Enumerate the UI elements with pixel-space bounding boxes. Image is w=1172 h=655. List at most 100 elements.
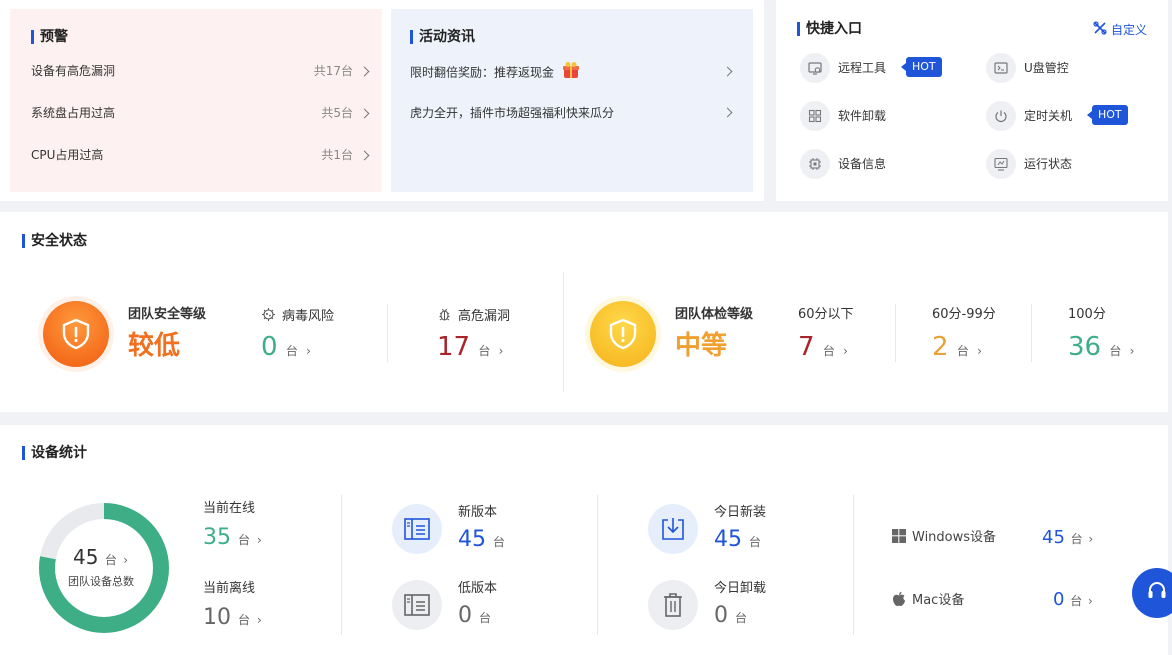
unit-label: 台 [735,611,748,625]
alert-count-cpu: 共1台 [321,148,353,162]
today-uninstall-value: 0 [714,603,728,628]
old-version-label: 低版本 [458,581,498,596]
chevron-right-icon[interactable] [359,150,370,161]
alert-count-vuln: 共17台 [313,64,353,78]
device-total-value: 45 [73,545,99,569]
full-score-count[interactable]: 36 台 › [1068,332,1134,366]
power-icon[interactable] [986,101,1016,131]
mid-score-value: 2 [932,332,949,362]
alert-item-vuln[interactable]: 设备有高危漏洞 [31,61,115,81]
apple-icon [892,591,906,611]
divider [1031,304,1032,362]
chevron-right-icon: › [977,344,982,358]
software-uninstall-icon[interactable] [800,101,830,131]
vuln-label: 高危漏洞 [458,308,511,324]
unit-label: 台 [285,344,298,358]
offline-value: 10 [203,605,231,630]
unit-label: 台 [1109,344,1122,358]
customize-button[interactable]: 自定义 [1093,21,1147,38]
chevron-right-icon: › [306,344,311,358]
hot-badge: HOT [901,57,942,77]
quick-item-remote-tool[interactable]: 远程工具 [838,60,886,76]
virus-risk-count[interactable]: 0 台 › [261,332,311,366]
security-card: 安全状态 团队安全等级 较低 病毒风险 0 台 › 高危漏洞 17 台 › 团队… [0,212,1168,412]
chevron-right-icon[interactable] [359,66,370,77]
chevron-right-icon: › [498,344,504,358]
today-install-value: 45 [714,527,742,552]
install-icon [648,504,698,554]
chevron-right-icon: › [1129,344,1135,358]
mac-count[interactable]: 0 台 › [1053,589,1093,612]
windows-count[interactable]: 45 台 › [1042,527,1093,550]
chevron-right-icon[interactable] [722,107,733,118]
mac-label: Mac设备 [912,593,965,608]
news-title: 活动资讯 [410,29,475,45]
quick-item-device-info[interactable]: 设备信息 [838,156,886,172]
mac-row: Mac设备 [892,591,964,611]
device-total[interactable]: 45 台 › [73,545,128,572]
gift-icon [561,61,581,85]
unit-label: 台 [238,533,251,547]
virus-icon [261,307,276,326]
headset-icon [1146,580,1168,606]
trash-icon [648,580,698,630]
news-item-referral[interactable]: 限时翻倍奖励：推荐返现金 [410,61,581,81]
chevron-right-icon: › [1087,594,1093,608]
today-uninstall-count[interactable]: 0 台 [714,601,747,633]
today-install-count[interactable]: 45 台 [714,525,761,557]
below60-count[interactable]: 7 台 › [798,332,848,366]
shield-icon [590,301,656,367]
hot-badge: HOT [1087,105,1128,125]
alert-item-disk[interactable]: 系统盘占用过高 [31,103,115,123]
unit-label: 台 [822,344,835,358]
old-version-icon [392,580,442,630]
below60-label: 60分以下 [798,307,854,322]
monitor-icon[interactable] [986,149,1016,179]
news-item-plugin[interactable]: 虎力全开，插件市场超强福利快来瓜分 [410,103,614,123]
customize-label: 自定义 [1111,23,1148,37]
shield-icon [43,301,109,367]
tools-icon [1093,21,1107,38]
quick-entry-card: 快捷入口 自定义 远程工具 HOT U盘管控 软件卸载 定时关机 HOT 设备信… [776,0,1168,201]
shield-orange-badge [38,296,114,372]
unit-label: 台 [749,535,762,549]
today-install-label: 今日新装 [714,505,767,520]
shield-yellow-badge [585,296,661,372]
offline-count[interactable]: 10 台 › [203,603,262,635]
new-version-icon [392,504,442,554]
online-count[interactable]: 35 台 › [203,523,262,555]
new-version-count[interactable]: 45 台 [458,525,505,557]
mac-value: 0 [1053,589,1065,610]
alert-item-cpu[interactable]: CPU占用过高 [31,145,103,165]
device-stats-card: 设备统计 45 台 › 团队设备总数 当前在线 35 台 › 当前离线 10 台… [0,425,1168,655]
bug-icon [437,307,452,326]
offline-label: 当前离线 [203,581,256,596]
quick-item-usb-control[interactable]: U盘管控 [1024,60,1069,76]
usb-control-icon[interactable] [986,53,1016,83]
chevron-right-icon[interactable] [359,108,370,119]
new-version-label: 新版本 [458,505,498,520]
chevron-right-icon: › [843,344,848,358]
virus-risk-value: 0 [261,332,278,362]
device-stats-title: 设备统计 [22,445,87,461]
vuln-value: 17 [437,332,471,362]
chevron-right-icon[interactable] [722,66,733,77]
online-label: 当前在线 [203,501,256,516]
quick-item-run-status[interactable]: 运行状态 [1024,156,1072,172]
mid-score-label: 60分-99分 [932,307,996,322]
full-score-value: 36 [1068,332,1102,362]
quick-item-software-uninstall[interactable]: 软件卸载 [838,108,886,124]
remote-tool-icon[interactable] [800,53,830,83]
divider [563,272,564,392]
windows-value: 45 [1042,527,1065,548]
chip-icon[interactable] [800,149,830,179]
unit-label: 台 [956,344,969,358]
security-title: 安全状态 [22,233,87,249]
chevron-right-icon: › [257,533,262,547]
vuln-count[interactable]: 17 台 › [437,332,503,366]
old-version-count[interactable]: 0 台 [458,601,491,633]
mid-score-count[interactable]: 2 台 › [932,332,982,366]
windows-label: Windows设备 [912,530,997,545]
quick-item-scheduled-shutdown[interactable]: 定时关机 [1024,108,1072,124]
team-check-label: 团队体检等级 [675,307,754,322]
